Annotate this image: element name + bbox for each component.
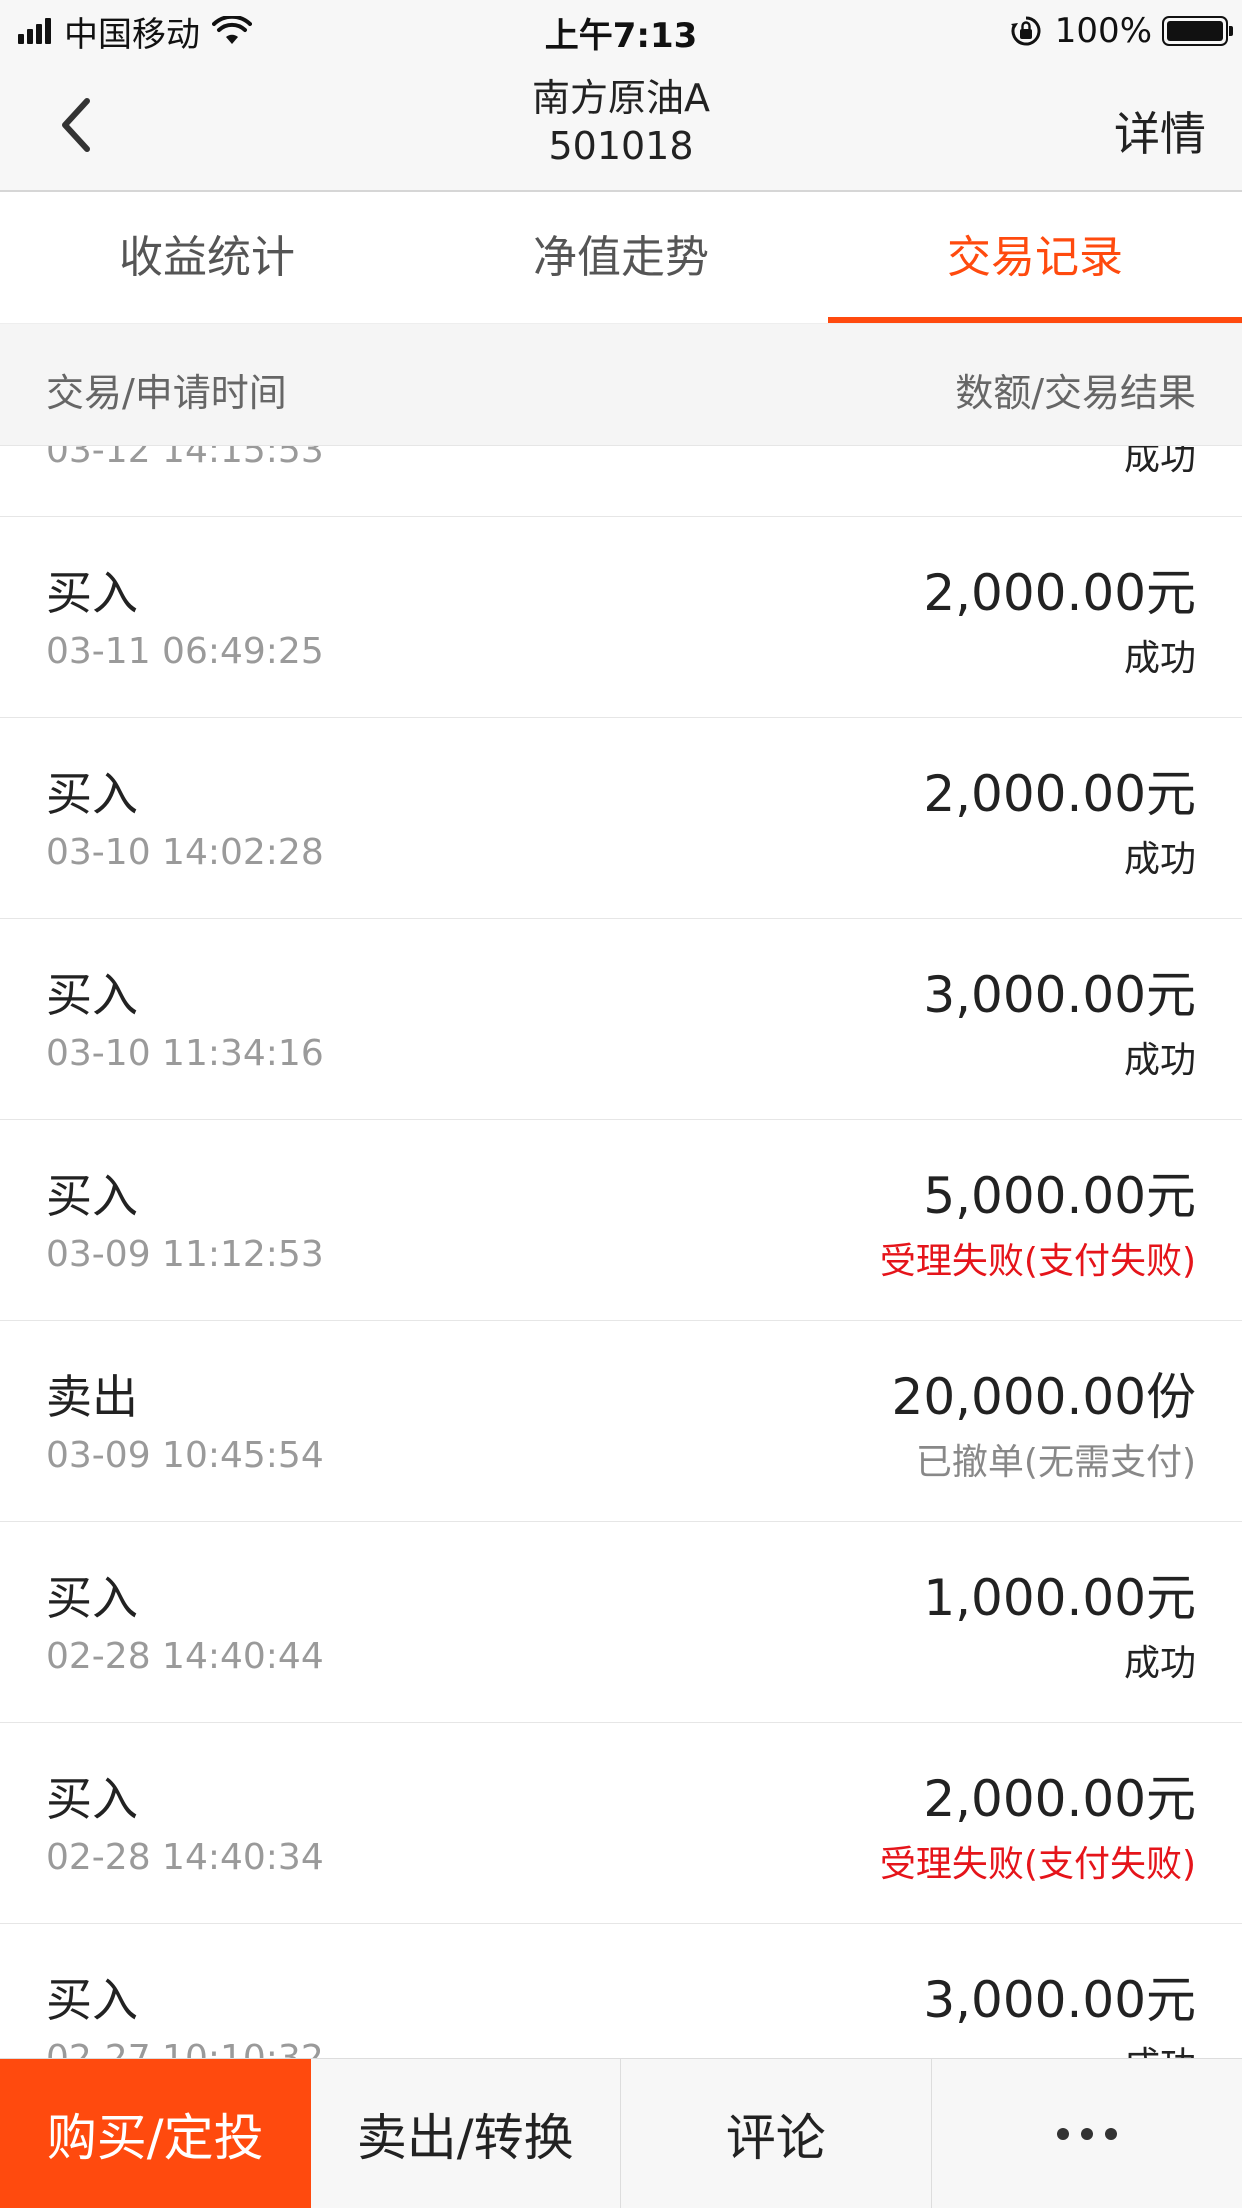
buy-button[interactable]: 购买/定投 <box>0 2059 311 2208</box>
tab-bar: 收益统计 净值走势 交易记录 <box>0 192 1242 324</box>
table-row[interactable]: 买入 03-11 06:49:25 2,000.00元成功 <box>0 517 1242 718</box>
tab-income-stats[interactable]: 收益统计 <box>0 192 414 323</box>
trade-time: 03-10 14:02:28 <box>46 832 324 873</box>
fund-name: 南方原油A <box>532 76 710 120</box>
trade-records-list[interactable]: 买入03-12 14:15:53成功买入03-11 06:49:252,000.… <box>0 446 1242 2058</box>
trade-amount: 2,000.00元 <box>923 765 1196 823</box>
tab-nav-trend[interactable]: 净值走势 <box>414 192 828 323</box>
trade-time: 03-09 11:12:53 <box>46 1234 324 1275</box>
rotation-lock-icon <box>1010 16 1041 46</box>
table-row[interactable]: 买入 03-09 11:12:53 5,000.00元受理失败(支付失败) <box>0 1120 1242 1321</box>
trade-result: 成功 <box>1123 638 1196 679</box>
trade-time: 03-12 14:15:53 <box>46 446 324 471</box>
table-row[interactable]: 买入 02-27 10:10:32 3,000.00元成功 <box>0 1924 1242 2058</box>
ellipsis-icon <box>1051 2128 1123 2140</box>
table-row[interactable]: 买入 03-10 14:02:28 2,000.00元成功 <box>0 718 1242 919</box>
trade-result: 成功 <box>1123 446 1196 478</box>
battery-percent: 100% <box>1054 11 1152 51</box>
column-header-left: 交易/申请时间 <box>46 371 287 415</box>
trade-amount: 5,000.00元 <box>923 1167 1196 1225</box>
bottom-action-bar: 购买/定投 卖出/转换 评论 <box>0 2058 1242 2208</box>
tab-label: 交易记录 <box>947 232 1123 283</box>
list-column-header: 交易/申请时间 数额/交易结果 <box>0 324 1242 446</box>
page-title: 南方原油A 501018 <box>0 74 1242 170</box>
trade-type: 卖出 <box>46 1370 138 1424</box>
table-row[interactable]: 买入 03-10 11:34:16 3,000.00元成功 <box>0 919 1242 1120</box>
tab-trade-records[interactable]: 交易记录 <box>828 192 1242 323</box>
tab-label: 净值走势 <box>533 232 709 283</box>
detail-button[interactable]: 详情 <box>1114 98 1206 164</box>
sell-button[interactable]: 卖出/转换 <box>311 2059 621 2208</box>
table-row[interactable]: 买入 02-28 14:40:44 1,000.00元成功 <box>0 1522 1242 1723</box>
trade-result: 成功 <box>1123 1040 1196 1081</box>
table-row[interactable]: 买入 02-28 14:40:34 2,000.00元受理失败(支付失败) <box>0 1723 1242 1924</box>
comment-button[interactable]: 评论 <box>621 2059 932 2208</box>
trade-records-track: 买入03-12 14:15:53成功买入03-11 06:49:252,000.… <box>0 446 1242 2058</box>
trade-result: 受理失败(支付失败) <box>879 1844 1196 1885</box>
trade-time: 03-11 06:49:25 <box>46 631 324 672</box>
nav-bar: 南方原油A 501018 详情 <box>0 60 1242 192</box>
trade-time: 03-09 10:45:54 <box>46 1435 324 1476</box>
status-bar: 中国移动 上午7:13 100% <box>0 0 1242 60</box>
trade-result: 成功 <box>1123 839 1196 880</box>
screen: 中国移动 上午7:13 100% 南方原油A 501018 详情 收益统计 净值… <box>0 0 1242 2208</box>
trade-type: 买入 <box>46 1571 138 1625</box>
trade-type: 买入 <box>46 1772 138 1826</box>
column-header-right: 数额/交易结果 <box>955 371 1196 415</box>
more-button[interactable] <box>932 2059 1242 2208</box>
trade-amount: 2,000.00元 <box>923 564 1196 622</box>
trade-amount: 1,000.00元 <box>923 1569 1196 1627</box>
trade-type: 买入 <box>46 1973 138 2027</box>
trade-time: 02-27 10:10:32 <box>46 2038 324 2058</box>
battery-icon <box>1162 16 1233 46</box>
trade-time: 02-28 14:40:44 <box>46 1636 324 1677</box>
trade-result: 成功 <box>1124 2036 1196 2058</box>
status-right: 100% <box>1009 10 1233 52</box>
trade-type: 买入 <box>46 767 138 821</box>
table-row[interactable]: 卖出 03-09 10:45:54 20,000.00份已撤单(无需支付) <box>0 1321 1242 1522</box>
trade-type: 买入 <box>46 566 138 620</box>
fund-code: 501018 <box>548 124 694 168</box>
trade-amount: 3,000.00元 <box>923 966 1196 1024</box>
trade-result: 已撤单(无需支付) <box>915 1442 1196 1483</box>
trade-amount: 20,000.00份 <box>891 1368 1196 1426</box>
trade-amount: 2,000.00元 <box>923 1770 1196 1828</box>
trade-result: 受理失败(支付失败) <box>879 1241 1196 1282</box>
trade-time: 02-28 14:40:34 <box>46 1837 324 1878</box>
trade-time: 03-10 11:34:16 <box>46 1033 324 1074</box>
active-tab-indicator <box>828 317 1242 323</box>
trade-amount: 3,000.00元 <box>923 1971 1196 2029</box>
trade-result: 成功 <box>1123 1643 1196 1684</box>
trade-type: 买入 <box>46 1169 138 1223</box>
trade-type: 买入 <box>46 968 138 1022</box>
table-row[interactable]: 买入03-12 14:15:53成功 <box>0 446 1242 517</box>
tab-label: 收益统计 <box>119 232 295 283</box>
